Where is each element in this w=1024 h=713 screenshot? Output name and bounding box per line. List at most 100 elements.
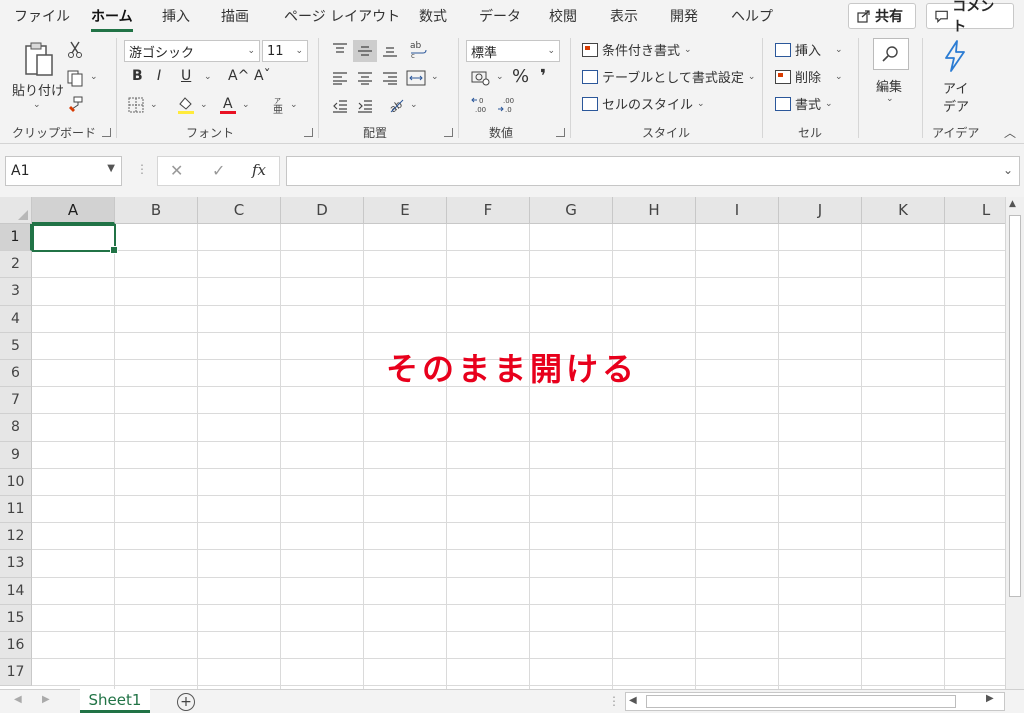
row-header-15[interactable]: 15: [0, 604, 32, 632]
row-header-7[interactable]: 7: [0, 387, 32, 415]
underline-dropdown-icon[interactable]: ⌄: [204, 72, 212, 82]
insert-function-button[interactable]: fx: [252, 161, 266, 179]
editing-button[interactable]: 編集: [876, 76, 902, 95]
paste-icon[interactable]: [22, 40, 56, 80]
italic-button[interactable]: I: [157, 68, 161, 84]
row-header-13[interactable]: 13: [0, 550, 32, 578]
copy-icon[interactable]: [64, 68, 86, 88]
tab-insert[interactable]: 挿入: [162, 6, 190, 26]
horizontal-scroll-thumb[interactable]: [646, 695, 956, 708]
tab-formulas[interactable]: 数式: [419, 6, 447, 26]
percent-button[interactable]: %: [512, 66, 529, 87]
expand-formula-bar-icon[interactable]: ⌄: [1003, 163, 1013, 177]
sheet-tab-sheet1[interactable]: Sheet1: [80, 689, 150, 713]
ideas-label-line1[interactable]: アイ: [943, 78, 968, 97]
row-header-11[interactable]: 11: [0, 496, 32, 524]
tab-data[interactable]: データ: [479, 6, 521, 26]
clipboard-launcher-icon[interactable]: [102, 128, 111, 137]
orientation-icon[interactable]: ab: [386, 94, 408, 116]
tab-draw[interactable]: 描画: [221, 6, 249, 26]
column-header-h[interactable]: H: [613, 197, 696, 224]
cancel-icon[interactable]: ✕: [170, 161, 183, 180]
name-box[interactable]: A1 ▼: [5, 156, 122, 186]
share-button[interactable]: 共有: [848, 3, 916, 29]
font-name-select[interactable]: 游ゴシック ⌄: [124, 40, 260, 62]
align-left-icon[interactable]: [330, 68, 350, 88]
column-header-a[interactable]: A: [32, 197, 115, 224]
format-as-table-button[interactable]: テーブルとして書式設定 ⌄: [582, 67, 755, 86]
grow-font-button[interactable]: A^: [228, 68, 249, 84]
prev-sheet-icon[interactable]: ◀: [14, 694, 22, 705]
orientation-dropdown-icon[interactable]: ⌄: [410, 100, 418, 110]
alignment-launcher-icon[interactable]: [444, 128, 453, 137]
borders-icon[interactable]: [126, 96, 146, 114]
next-sheet-icon[interactable]: ▶: [42, 694, 50, 705]
scroll-left-icon[interactable]: ◀: [629, 695, 637, 706]
currency-icon[interactable]: [470, 68, 492, 88]
vertical-scrollbar[interactable]: ▲: [1005, 197, 1024, 689]
currency-dropdown-icon[interactable]: ⌄: [496, 72, 504, 82]
row-header-2[interactable]: 2: [0, 251, 32, 279]
add-sheet-icon[interactable]: +: [177, 693, 195, 711]
insert-cells-button[interactable]: 挿入 ⌄: [775, 40, 843, 59]
comma-button[interactable]: ❜: [540, 66, 546, 87]
conditional-formatting-button[interactable]: 条件付き書式 ⌄: [582, 40, 692, 59]
row-header-9[interactable]: 9: [0, 441, 32, 469]
fill-color-icon[interactable]: [176, 94, 196, 116]
tab-developer[interactable]: 開発: [670, 6, 698, 26]
column-header-g[interactable]: G: [530, 197, 613, 224]
row-header-10[interactable]: 10: [0, 468, 32, 496]
increase-indent-icon[interactable]: [355, 96, 375, 116]
row-header-14[interactable]: 14: [0, 577, 32, 605]
column-header-c[interactable]: C: [198, 197, 281, 224]
align-top-icon[interactable]: [330, 40, 350, 60]
paste-dropdown-icon[interactable]: ⌄: [33, 100, 41, 110]
decrease-decimal-icon[interactable]: .00.0: [496, 94, 518, 116]
horizontal-scrollbar[interactable]: ◀: [625, 692, 1005, 711]
row-header-5[interactable]: 5: [0, 332, 32, 360]
spreadsheet-grid[interactable]: ABCDEFGHIJKL 1 2 3 4 5 6 7 8 9 10 11 12 13 14 15 16 17: [0, 197, 1005, 689]
column-header-f[interactable]: F: [447, 197, 530, 224]
scroll-up-icon[interactable]: ▲: [1009, 199, 1016, 209]
row-header-16[interactable]: 16: [0, 632, 32, 660]
font-color-icon[interactable]: A: [218, 94, 238, 116]
enter-check-icon[interactable]: ✓: [212, 161, 225, 180]
row-header-8[interactable]: 8: [0, 414, 32, 442]
tab-page-layout[interactable]: ページ レイアウト: [284, 6, 400, 26]
format-cells-button[interactable]: 書式 ⌄: [775, 94, 833, 113]
font-size-select[interactable]: 11 ⌄: [262, 40, 308, 62]
tab-file[interactable]: ファイル: [14, 6, 70, 26]
row-header-12[interactable]: 12: [0, 523, 32, 551]
number-format-select[interactable]: 標準 ⌄: [466, 40, 560, 62]
increase-decimal-icon[interactable]: 0.00: [470, 94, 492, 116]
font-color-dropdown-icon[interactable]: ⌄: [242, 100, 250, 110]
row-header-1[interactable]: 1: [0, 224, 32, 252]
align-bottom-icon[interactable]: [380, 40, 400, 60]
active-cell-a1[interactable]: [32, 224, 118, 254]
vertical-scroll-thumb[interactable]: [1009, 215, 1021, 597]
row-header-17[interactable]: 17: [0, 659, 32, 687]
scroll-right-icon[interactable]: ▶: [986, 693, 994, 704]
number-launcher-icon[interactable]: [556, 128, 565, 137]
row-header-4[interactable]: 4: [0, 305, 32, 333]
cell-styles-button[interactable]: セルのスタイル ⌄: [582, 94, 705, 113]
wrap-text-icon[interactable]: ab c: [408, 38, 430, 60]
row-header-6[interactable]: 6: [0, 360, 32, 388]
copy-dropdown-icon[interactable]: ⌄: [90, 72, 98, 82]
column-header-i[interactable]: I: [696, 197, 779, 224]
format-painter-icon[interactable]: [64, 94, 86, 114]
align-right-icon[interactable]: [380, 68, 400, 88]
underline-button[interactable]: U: [181, 68, 191, 84]
shrink-font-button[interactable]: Aˇ: [254, 68, 271, 84]
column-header-l[interactable]: L: [945, 197, 1005, 224]
editing-dropdown-icon[interactable]: ⌄: [886, 94, 894, 104]
formula-input[interactable]: ⌄: [286, 156, 1020, 186]
phonetic-dropdown-icon[interactable]: ⌄: [290, 100, 298, 110]
row-header-3[interactable]: 3: [0, 278, 32, 306]
merge-dropdown-icon[interactable]: ⌄: [431, 72, 439, 82]
column-header-e[interactable]: E: [364, 197, 447, 224]
tab-review[interactable]: 校閲: [549, 6, 577, 26]
search-icon[interactable]: [873, 38, 909, 70]
comment-button[interactable]: コメント: [926, 0, 1014, 35]
align-middle-icon[interactable]: [353, 40, 377, 62]
